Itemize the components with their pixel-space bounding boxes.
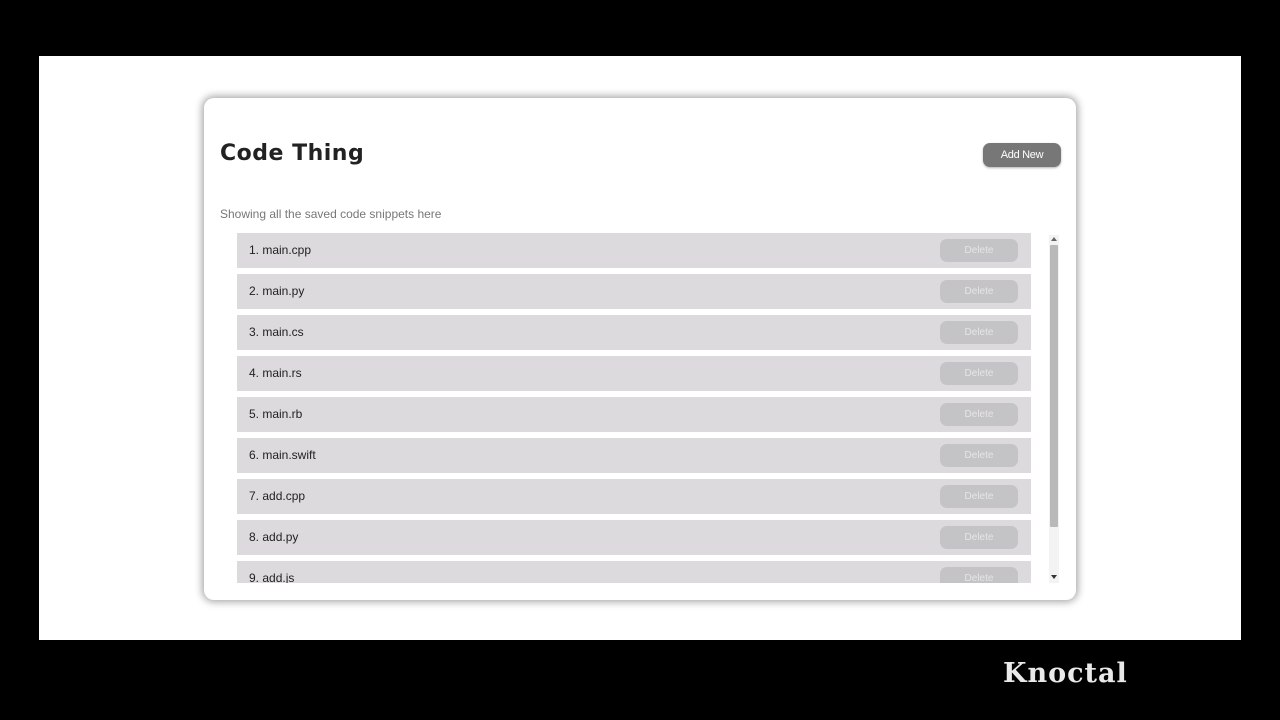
list-scrollbar[interactable] — [1049, 235, 1059, 583]
snippet-label: 7. add.cpp — [249, 489, 306, 503]
list-item[interactable]: 6. main.swift Delete — [237, 438, 1031, 473]
list-item[interactable]: 7. add.cpp Delete — [237, 479, 1031, 514]
scroll-down-arrow-icon[interactable] — [1051, 575, 1057, 579]
app-screen: Code Thing Add New Showing all the saved… — [39, 56, 1241, 640]
snippet-label: 9. add.js — [249, 571, 295, 583]
page-subtitle: Showing all the saved code snippets here — [220, 207, 442, 221]
snippet-list: 1. main.cpp Delete 2. main.py Delete 3. … — [237, 233, 1031, 583]
list-item[interactable]: 3. main.cs Delete — [237, 315, 1031, 350]
delete-button[interactable]: Delete — [940, 321, 1018, 344]
delete-button[interactable]: Delete — [940, 444, 1018, 467]
list-item[interactable]: 2. main.py Delete — [237, 274, 1031, 309]
snippet-label: 1. main.cpp — [249, 243, 312, 257]
page-title: Code Thing — [220, 141, 365, 166]
snippet-label: 5. main.rb — [249, 407, 303, 421]
delete-button[interactable]: Delete — [940, 526, 1018, 549]
snippet-label: 8. add.py — [249, 530, 299, 544]
list-item[interactable]: 8. add.py Delete — [237, 520, 1031, 555]
list-item[interactable]: 9. add.js Delete — [237, 561, 1031, 583]
add-new-button[interactable]: Add New — [983, 143, 1061, 167]
snippet-label: 6. main.swift — [249, 448, 316, 462]
delete-button[interactable]: Delete — [940, 567, 1018, 583]
delete-button[interactable]: Delete — [940, 485, 1018, 508]
snippet-label: 4. main.rs — [249, 366, 302, 380]
list-item[interactable]: 1. main.cpp Delete — [237, 233, 1031, 268]
list-item[interactable]: 4. main.rs Delete — [237, 356, 1031, 391]
watermark-logo: Knoctal — [1003, 658, 1128, 689]
scroll-up-arrow-icon[interactable] — [1051, 237, 1057, 241]
list-item[interactable]: 5. main.rb Delete — [237, 397, 1031, 432]
delete-button[interactable]: Delete — [940, 239, 1018, 262]
delete-button[interactable]: Delete — [940, 280, 1018, 303]
snippets-card: Code Thing Add New Showing all the saved… — [204, 98, 1076, 600]
snippet-label: 2. main.py — [249, 284, 305, 298]
delete-button[interactable]: Delete — [940, 362, 1018, 385]
delete-button[interactable]: Delete — [940, 403, 1018, 426]
snippet-label: 3. main.cs — [249, 325, 304, 339]
scrollbar-thumb[interactable] — [1050, 245, 1058, 527]
